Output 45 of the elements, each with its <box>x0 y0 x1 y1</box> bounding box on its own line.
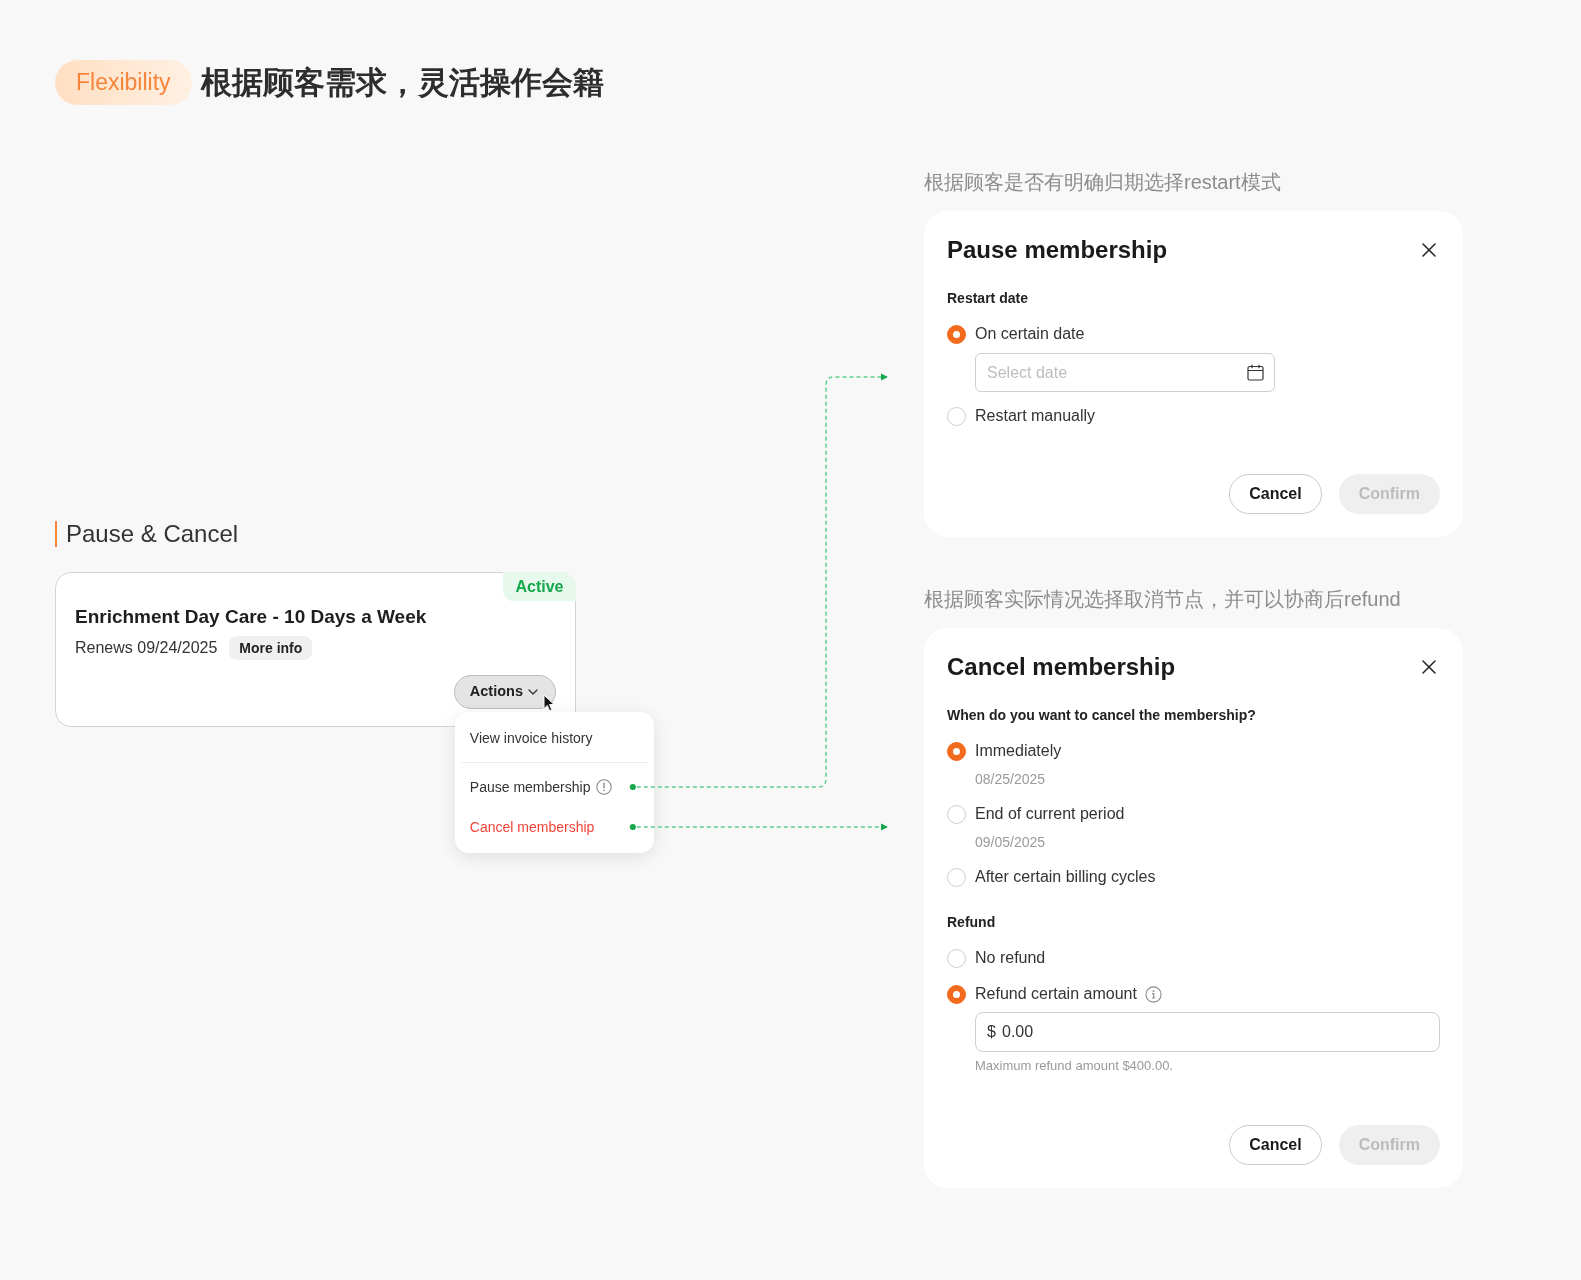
close-icon <box>1422 659 1436 674</box>
radio-button[interactable] <box>947 741 966 761</box>
more-info-button[interactable]: More info <box>229 636 313 660</box>
menu-item[interactable]: Cancel membership <box>461 807 647 847</box>
field-label: Refund <box>947 913 997 932</box>
field-label: When do you want to cancel the membership? <box>947 706 1257 725</box>
renewal-date: Renews 09/24/2025 <box>75 638 218 658</box>
option-label: Immediately <box>975 741 1062 761</box>
caption-text: 根据顾客实际情况选择取消节点，并可以协商后refund <box>924 587 1402 612</box>
dialog-title: Cancel membership <box>947 652 1176 681</box>
dialog-title: Pause membership <box>947 235 1168 264</box>
chevron-down-icon <box>528 689 538 695</box>
category-badge: Flexibility <box>55 60 192 105</box>
cancel-button[interactable]: Cancel <box>1229 474 1322 514</box>
radio-button[interactable] <box>947 984 966 1004</box>
option-date: 09/05/2025 <box>975 833 1047 852</box>
caption-text: 根据顾客是否有明确归期选择restart模式 <box>924 170 1282 195</box>
menu-item[interactable]: View invoice history <box>461 718 647 758</box>
menu-item[interactable]: Pause membership <box>461 767 647 807</box>
close-icon <box>1422 242 1436 257</box>
option-label: After certain billing cycles <box>975 867 1156 887</box>
option-label: No refund <box>975 948 1046 968</box>
option-date: 08/25/2025 <box>975 770 1047 789</box>
page-title: 根据顾客需求，灵活操作会籍 <box>200 64 604 102</box>
option-label: Restart manually <box>975 406 1096 426</box>
date-field[interactable]: Select date <box>975 353 1275 392</box>
accent-bar <box>55 521 57 547</box>
status-badge: Active <box>503 572 576 601</box>
helper-text: Maximum refund amount $400.00. <box>975 1057 1174 1075</box>
actions-button[interactable]: Actions <box>453 675 556 709</box>
calendar-icon <box>1247 364 1264 381</box>
radio-button[interactable] <box>947 804 966 824</box>
field-label: Restart date <box>947 289 1029 308</box>
alert-icon <box>596 779 613 795</box>
option-label: On certain date <box>975 324 1085 344</box>
radio-button[interactable] <box>947 324 966 344</box>
currency-symbol: $ <box>987 1022 996 1042</box>
radio-button[interactable] <box>947 406 966 426</box>
radio-button[interactable] <box>947 948 966 968</box>
section-title: Pause & Cancel <box>66 519 239 549</box>
option-label: End of current period <box>975 804 1125 824</box>
membership-title: Enrichment Day Care - 10 Days a Week <box>75 605 428 629</box>
option-label: Refund certain amount <box>975 984 1137 1004</box>
radio-button[interactable] <box>947 867 966 887</box>
cancel-button[interactable]: Cancel <box>1229 1125 1322 1165</box>
